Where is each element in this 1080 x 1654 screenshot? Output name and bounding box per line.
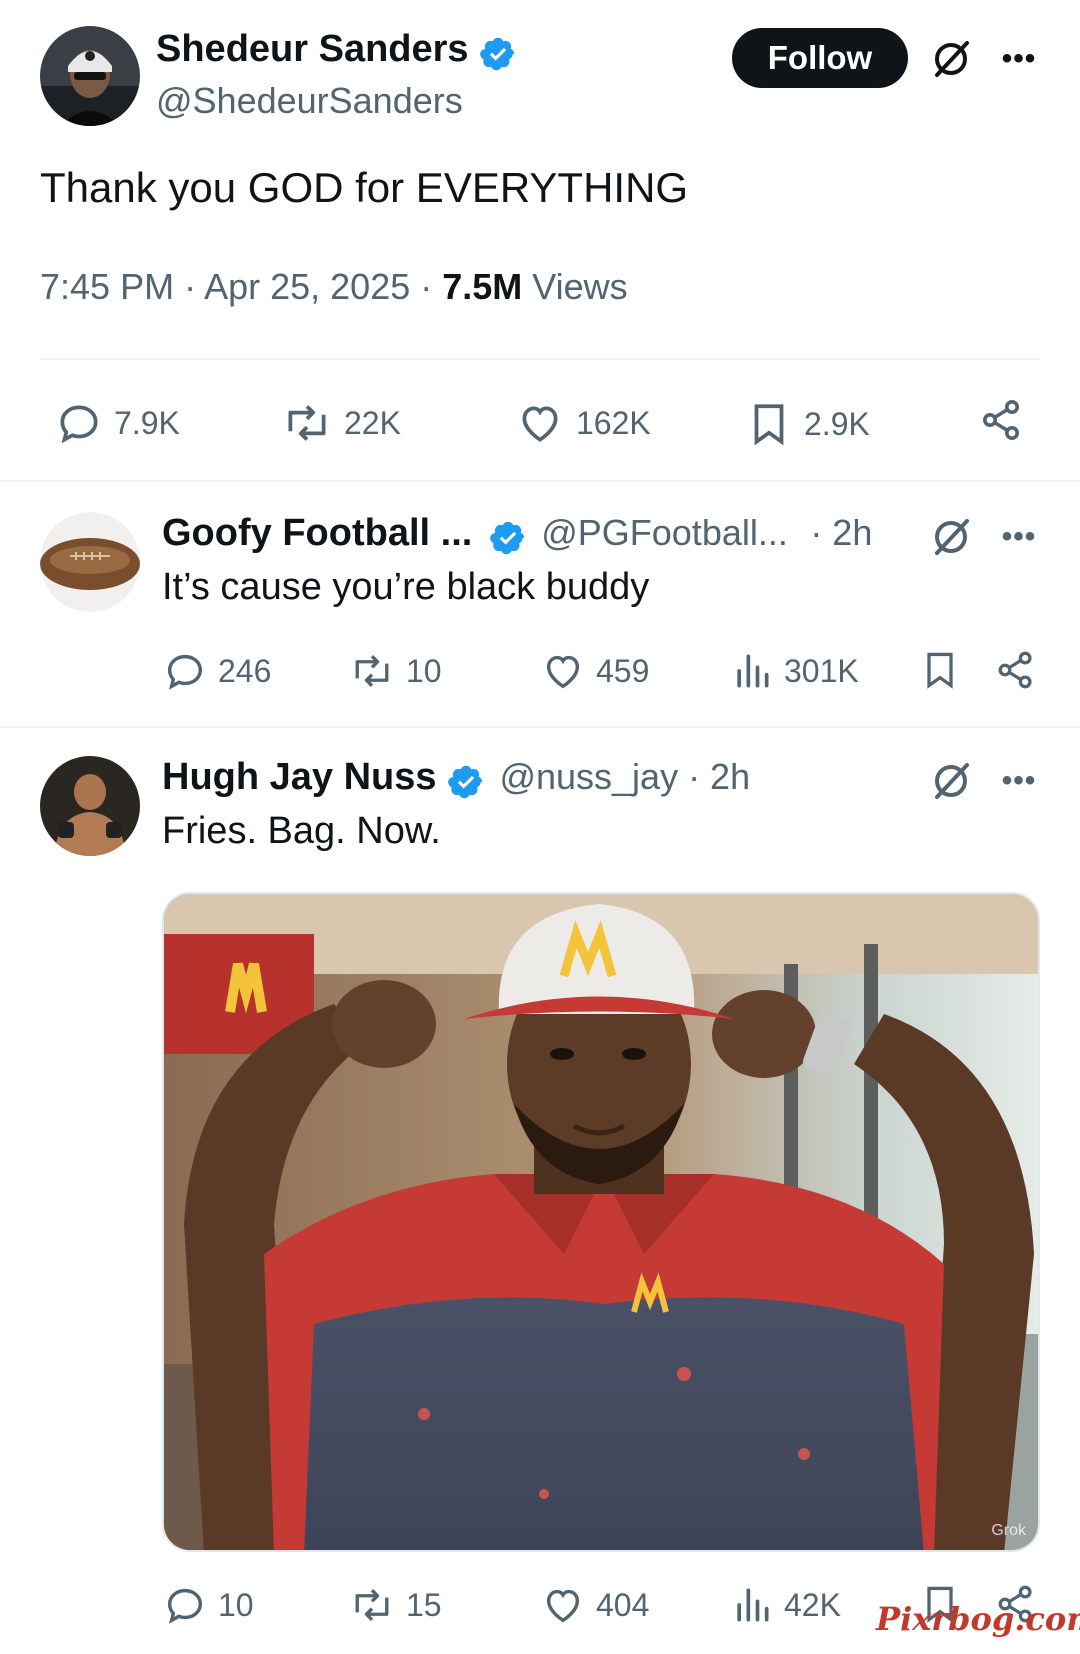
tweet-meta: 7:45 PM · Apr 25, 2025 · 7.5M Views — [40, 266, 628, 308]
bookmark-count: 2.9K — [804, 405, 870, 442]
like-count: 404 — [596, 1586, 650, 1623]
reply-count: 10 — [218, 1586, 254, 1623]
divider — [40, 358, 1040, 360]
author-handle[interactable]: @ShedeurSanders — [156, 80, 463, 122]
verified-badge-icon — [448, 765, 483, 798]
like-count: 162K — [576, 404, 651, 441]
author-name[interactable]: Shedeur Sanders — [156, 28, 469, 70]
verified-badge-icon — [489, 521, 524, 554]
grok-icon[interactable] — [926, 756, 976, 806]
more-options-icon[interactable]: ••• — [994, 34, 1044, 84]
avatar-shedeur[interactable] — [40, 26, 140, 126]
bookmark-icon — [754, 404, 784, 446]
divider — [0, 480, 1080, 482]
repost-count: 22K — [344, 404, 401, 441]
reply-author-row: Goofy Football ... @PGFootball... · 2h — [162, 512, 872, 557]
views-button[interactable]: 301K — [730, 648, 859, 694]
heart-icon — [522, 406, 558, 442]
reply-text: Fries. Bag. Now. — [162, 810, 441, 852]
site-watermark: Pixrbog.com — [876, 1600, 1080, 1638]
views-count: 42K — [784, 1586, 841, 1623]
more-options-icon[interactable]: ••• — [994, 756, 1044, 806]
reply-author-name[interactable]: Goofy Football ... — [162, 512, 472, 554]
views-count: 7.5M — [442, 266, 523, 307]
bookmark-icon[interactable] — [916, 646, 964, 694]
reply-author-row: Hugh Jay Nuss @nuss_jay · 2h — [162, 756, 750, 801]
heart-icon — [546, 655, 580, 689]
verified-badge-icon — [480, 37, 515, 70]
tweet-text: Thank you GOD for EVERYTHING — [40, 164, 689, 211]
like-button[interactable]: 162K — [514, 398, 651, 448]
grok-icon[interactable] — [926, 512, 976, 562]
reply-author-name[interactable]: Hugh Jay Nuss — [162, 756, 437, 798]
repost-count: 10 — [406, 652, 442, 689]
reply-icon — [60, 405, 98, 444]
divider — [0, 726, 1080, 728]
repost-icon — [288, 405, 326, 441]
grok-icon[interactable] — [926, 34, 976, 84]
reply-icon — [167, 654, 203, 690]
reply-icon — [167, 1588, 203, 1624]
views-button[interactable]: 42K — [730, 1582, 841, 1628]
reply-count: 7.9K — [114, 404, 180, 441]
bookmark-button[interactable]: 2.9K — [744, 398, 870, 450]
like-count: 459 — [596, 652, 650, 689]
repost-count: 15 — [406, 1586, 442, 1623]
more-options-icon[interactable]: ••• — [994, 512, 1044, 562]
reply-author-handle[interactable]: @nuss_jay · 2h — [499, 756, 750, 797]
reply-count: 246 — [218, 652, 272, 689]
avatar-goofy-football[interactable] — [40, 512, 140, 612]
reply-button[interactable]: 246 — [162, 648, 271, 694]
views-count: 301K — [784, 652, 859, 689]
reply-button[interactable]: 7.9K — [54, 398, 180, 448]
reply-time[interactable]: · 2h — [810, 512, 872, 553]
heart-icon — [546, 1589, 580, 1623]
analytics-icon — [737, 654, 769, 688]
share-icon[interactable] — [992, 646, 1040, 694]
analytics-icon — [737, 1588, 769, 1622]
tweet-timestamp[interactable]: 7:45 PM · Apr 25, 2025 · — [40, 266, 442, 307]
views-label: Views — [522, 266, 628, 307]
repost-button[interactable]: 15 — [348, 1582, 442, 1628]
author-row: Shedeur Sanders — [156, 28, 517, 73]
reply-text: It’s cause you’re black buddy — [162, 566, 650, 608]
image-watermark: Grok — [991, 1522, 1026, 1539]
like-button[interactable]: 459 — [540, 648, 649, 694]
avatar-hugh-jay-nuss[interactable] — [40, 756, 140, 856]
repost-icon — [355, 655, 389, 687]
reply-media-image[interactable]: Grok — [162, 892, 1040, 1552]
like-button[interactable]: 404 — [540, 1582, 649, 1628]
repost-icon — [355, 1589, 389, 1621]
share-icon[interactable] — [976, 394, 1028, 446]
follow-button[interactable]: Follow — [732, 28, 908, 88]
reply-button[interactable]: 10 — [162, 1582, 254, 1628]
reply-author-handle[interactable]: @PGFootball... — [541, 512, 788, 553]
repost-button[interactable]: 22K — [280, 398, 401, 448]
repost-button[interactable]: 10 — [348, 648, 442, 694]
